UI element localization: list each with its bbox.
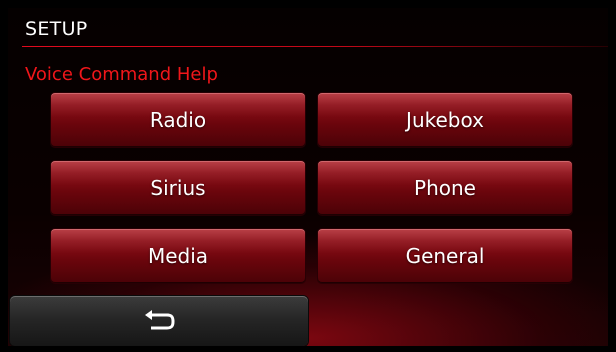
- section-title: Voice Command Help: [25, 64, 218, 85]
- jukebox-button[interactable]: Jukebox: [318, 93, 572, 147]
- media-button[interactable]: Media: [51, 229, 305, 283]
- general-button[interactable]: General: [318, 229, 572, 283]
- title-divider: [22, 46, 608, 47]
- setup-screen: SETUP Voice Command Help Radio Jukebox S…: [8, 8, 608, 346]
- sirius-button[interactable]: Sirius: [51, 161, 305, 215]
- phone-button[interactable]: Phone: [318, 161, 572, 215]
- back-button[interactable]: [10, 296, 308, 346]
- return-arrow-icon: [141, 309, 177, 333]
- radio-button[interactable]: Radio: [51, 93, 305, 147]
- page-title: SETUP: [25, 18, 88, 40]
